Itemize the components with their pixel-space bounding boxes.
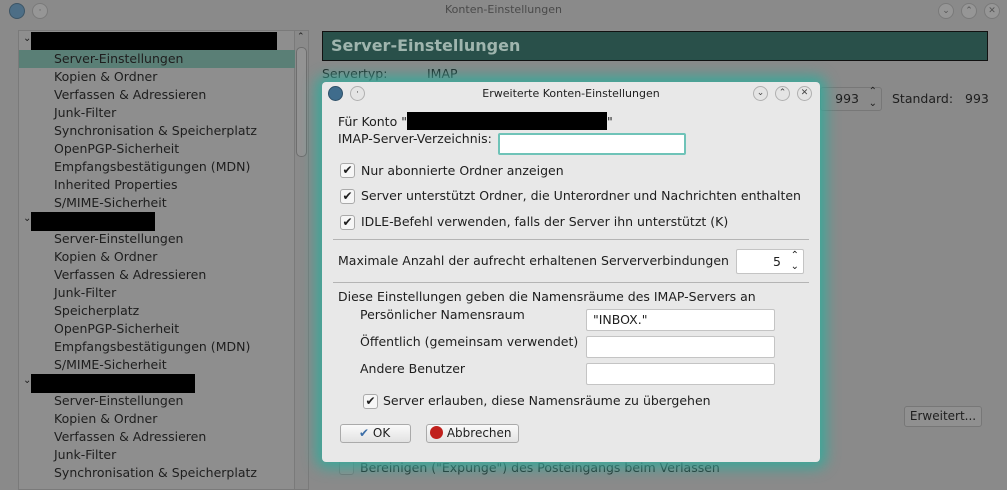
tree-item[interactable]: Kopien & Ordner	[19, 410, 295, 428]
public-namespace-input[interactable]	[586, 336, 775, 358]
redacted-account-name	[31, 32, 277, 51]
advanced-settings-dialog: · Erweiterte Konten-Einstellungen ⌄ ⌃ ✕ …	[322, 82, 820, 462]
redacted-account-name	[31, 374, 195, 393]
expunge-checkbox[interactable]	[339, 460, 354, 475]
page-title: Server-Einstellungen	[322, 31, 988, 61]
other-users-namespace-label: Andere Benutzer	[360, 361, 466, 376]
public-namespace-label: Öffentlich (gemeinsam verwendet)	[360, 334, 579, 349]
max-connections-value: 5	[773, 254, 781, 269]
tree-item[interactable]: Server-Einstellungen	[19, 392, 295, 410]
dual-use-folders-label: Server unterstützt Ordner, die Unterordn…	[361, 188, 801, 203]
imap-dir-input[interactable]	[498, 133, 686, 155]
port-value: 993	[835, 91, 859, 106]
tree-item[interactable]: Verfassen & Adressieren	[19, 86, 295, 104]
tree-item[interactable]: S/MIME-Sicherheit	[19, 356, 295, 374]
namespace-intro: Diese Einstellungen geben die Namensräum…	[338, 289, 756, 304]
subscribed-only-label: Nur abonnierte Ordner anzeigen	[361, 163, 564, 178]
tree-item[interactable]: Verfassen & Adressieren	[19, 428, 295, 446]
tree-item[interactable]: Junk-Filter	[19, 104, 295, 122]
account-node[interactable]: ⌄	[19, 374, 295, 393]
dialog-minimize-button[interactable]: ⌄	[753, 86, 768, 101]
redacted-account-name	[31, 212, 155, 231]
other-users-namespace-input[interactable]	[586, 363, 775, 385]
tree-item[interactable]: Speicherplatz	[19, 302, 295, 320]
port-spinner[interactable]: 993 ⌃ ⌄	[820, 86, 882, 111]
dual-use-folders-checkbox[interactable]: ✔	[340, 189, 355, 204]
tree-item[interactable]: Kopien & Ordner	[19, 248, 295, 266]
servertype-value: IMAP	[427, 66, 458, 81]
standard-label: Standard:	[892, 91, 954, 106]
idle-label: IDLE-Befehl verwenden, falls der Server …	[361, 214, 729, 229]
tree-item[interactable]: OpenPGP-Sicherheit	[19, 140, 295, 158]
subscribed-only-checkbox[interactable]: ✔	[340, 163, 355, 178]
dialog-maximize-button[interactable]: ⌃	[775, 86, 790, 101]
redacted-account	[406, 112, 607, 130]
tree-item[interactable]: Server-Einstellungen	[19, 50, 295, 68]
tree-item[interactable]: Kopien & Ordner	[19, 68, 295, 86]
tree-item[interactable]: Junk-Filter	[19, 284, 295, 302]
idle-checkbox[interactable]: ✔	[340, 215, 355, 230]
tree-item[interactable]: Verfassen & Adressieren	[19, 266, 295, 284]
servertype-label: Servertyp:	[322, 66, 388, 81]
override-namespaces-checkbox[interactable]: ✔	[363, 394, 378, 409]
personal-namespace-input[interactable]: "INBOX."	[586, 309, 775, 331]
advanced-button[interactable]: Erweitert...	[904, 406, 982, 427]
max-connections-spinner[interactable]: 5 ⌃ ⌄	[736, 249, 804, 274]
expunge-label: Bereinigen ("Expunge") des Posteingangs …	[360, 460, 720, 475]
max-connections-label: Maximale Anzahl der aufrecht erhaltenen …	[338, 253, 729, 268]
tree-scrollbar[interactable]: ⌃	[294, 31, 308, 489]
window-title: Konten-Einstellungen	[445, 3, 562, 16]
account-label: Für Konto " "	[338, 112, 613, 130]
standard-value: 993	[965, 91, 989, 106]
dialog-title: Erweiterte Konten-Einstellungen	[482, 87, 660, 100]
divider	[333, 282, 809, 283]
tree-item[interactable]: OpenPGP-Sicherheit	[19, 320, 295, 338]
dialog-close-button[interactable]: ✕	[797, 86, 812, 101]
account-node[interactable]: ⌄	[19, 32, 295, 51]
tree-item[interactable]: Empfangsbestätigungen (MDN)	[19, 338, 295, 356]
ok-button[interactable]: ✔ OK	[340, 424, 411, 443]
cancel-button[interactable]: Abbrechen	[426, 424, 519, 443]
account-tree[interactable]: ⌃ ⌄ Server-Einstellungen Kopien & Ordner Ve…	[18, 30, 309, 490]
tree-item[interactable]: Inherited Properties	[19, 176, 295, 194]
minimize-button[interactable]: ⌄	[938, 3, 954, 19]
account-node[interactable]: ⌄	[19, 212, 295, 231]
tree-item[interactable]: Empfangsbestätigungen (MDN)	[19, 158, 295, 176]
cancel-icon	[430, 426, 443, 439]
tree-item[interactable]: Synchronisation & Speicherplatz	[19, 464, 295, 482]
personal-namespace-label: Persönlicher Namensraum	[360, 307, 525, 322]
maximize-button[interactable]: ⌃	[961, 3, 977, 19]
tree-item[interactable]: Server-Einstellungen	[19, 230, 295, 248]
check-icon: ✔	[359, 426, 370, 440]
tree-item[interactable]: Junk-Filter	[19, 446, 295, 464]
override-namespaces-label: Server erlauben, diese Namensräume zu üb…	[383, 393, 711, 408]
tree-item[interactable]: S/MIME-Sicherheit	[19, 194, 295, 212]
imap-dir-label: IMAP-Server-Verzeichnis:	[338, 131, 492, 146]
close-button[interactable]: ✕	[984, 3, 1000, 19]
tree-item[interactable]: Synchronisation & Speicherplatz	[19, 122, 295, 140]
divider	[333, 239, 809, 240]
